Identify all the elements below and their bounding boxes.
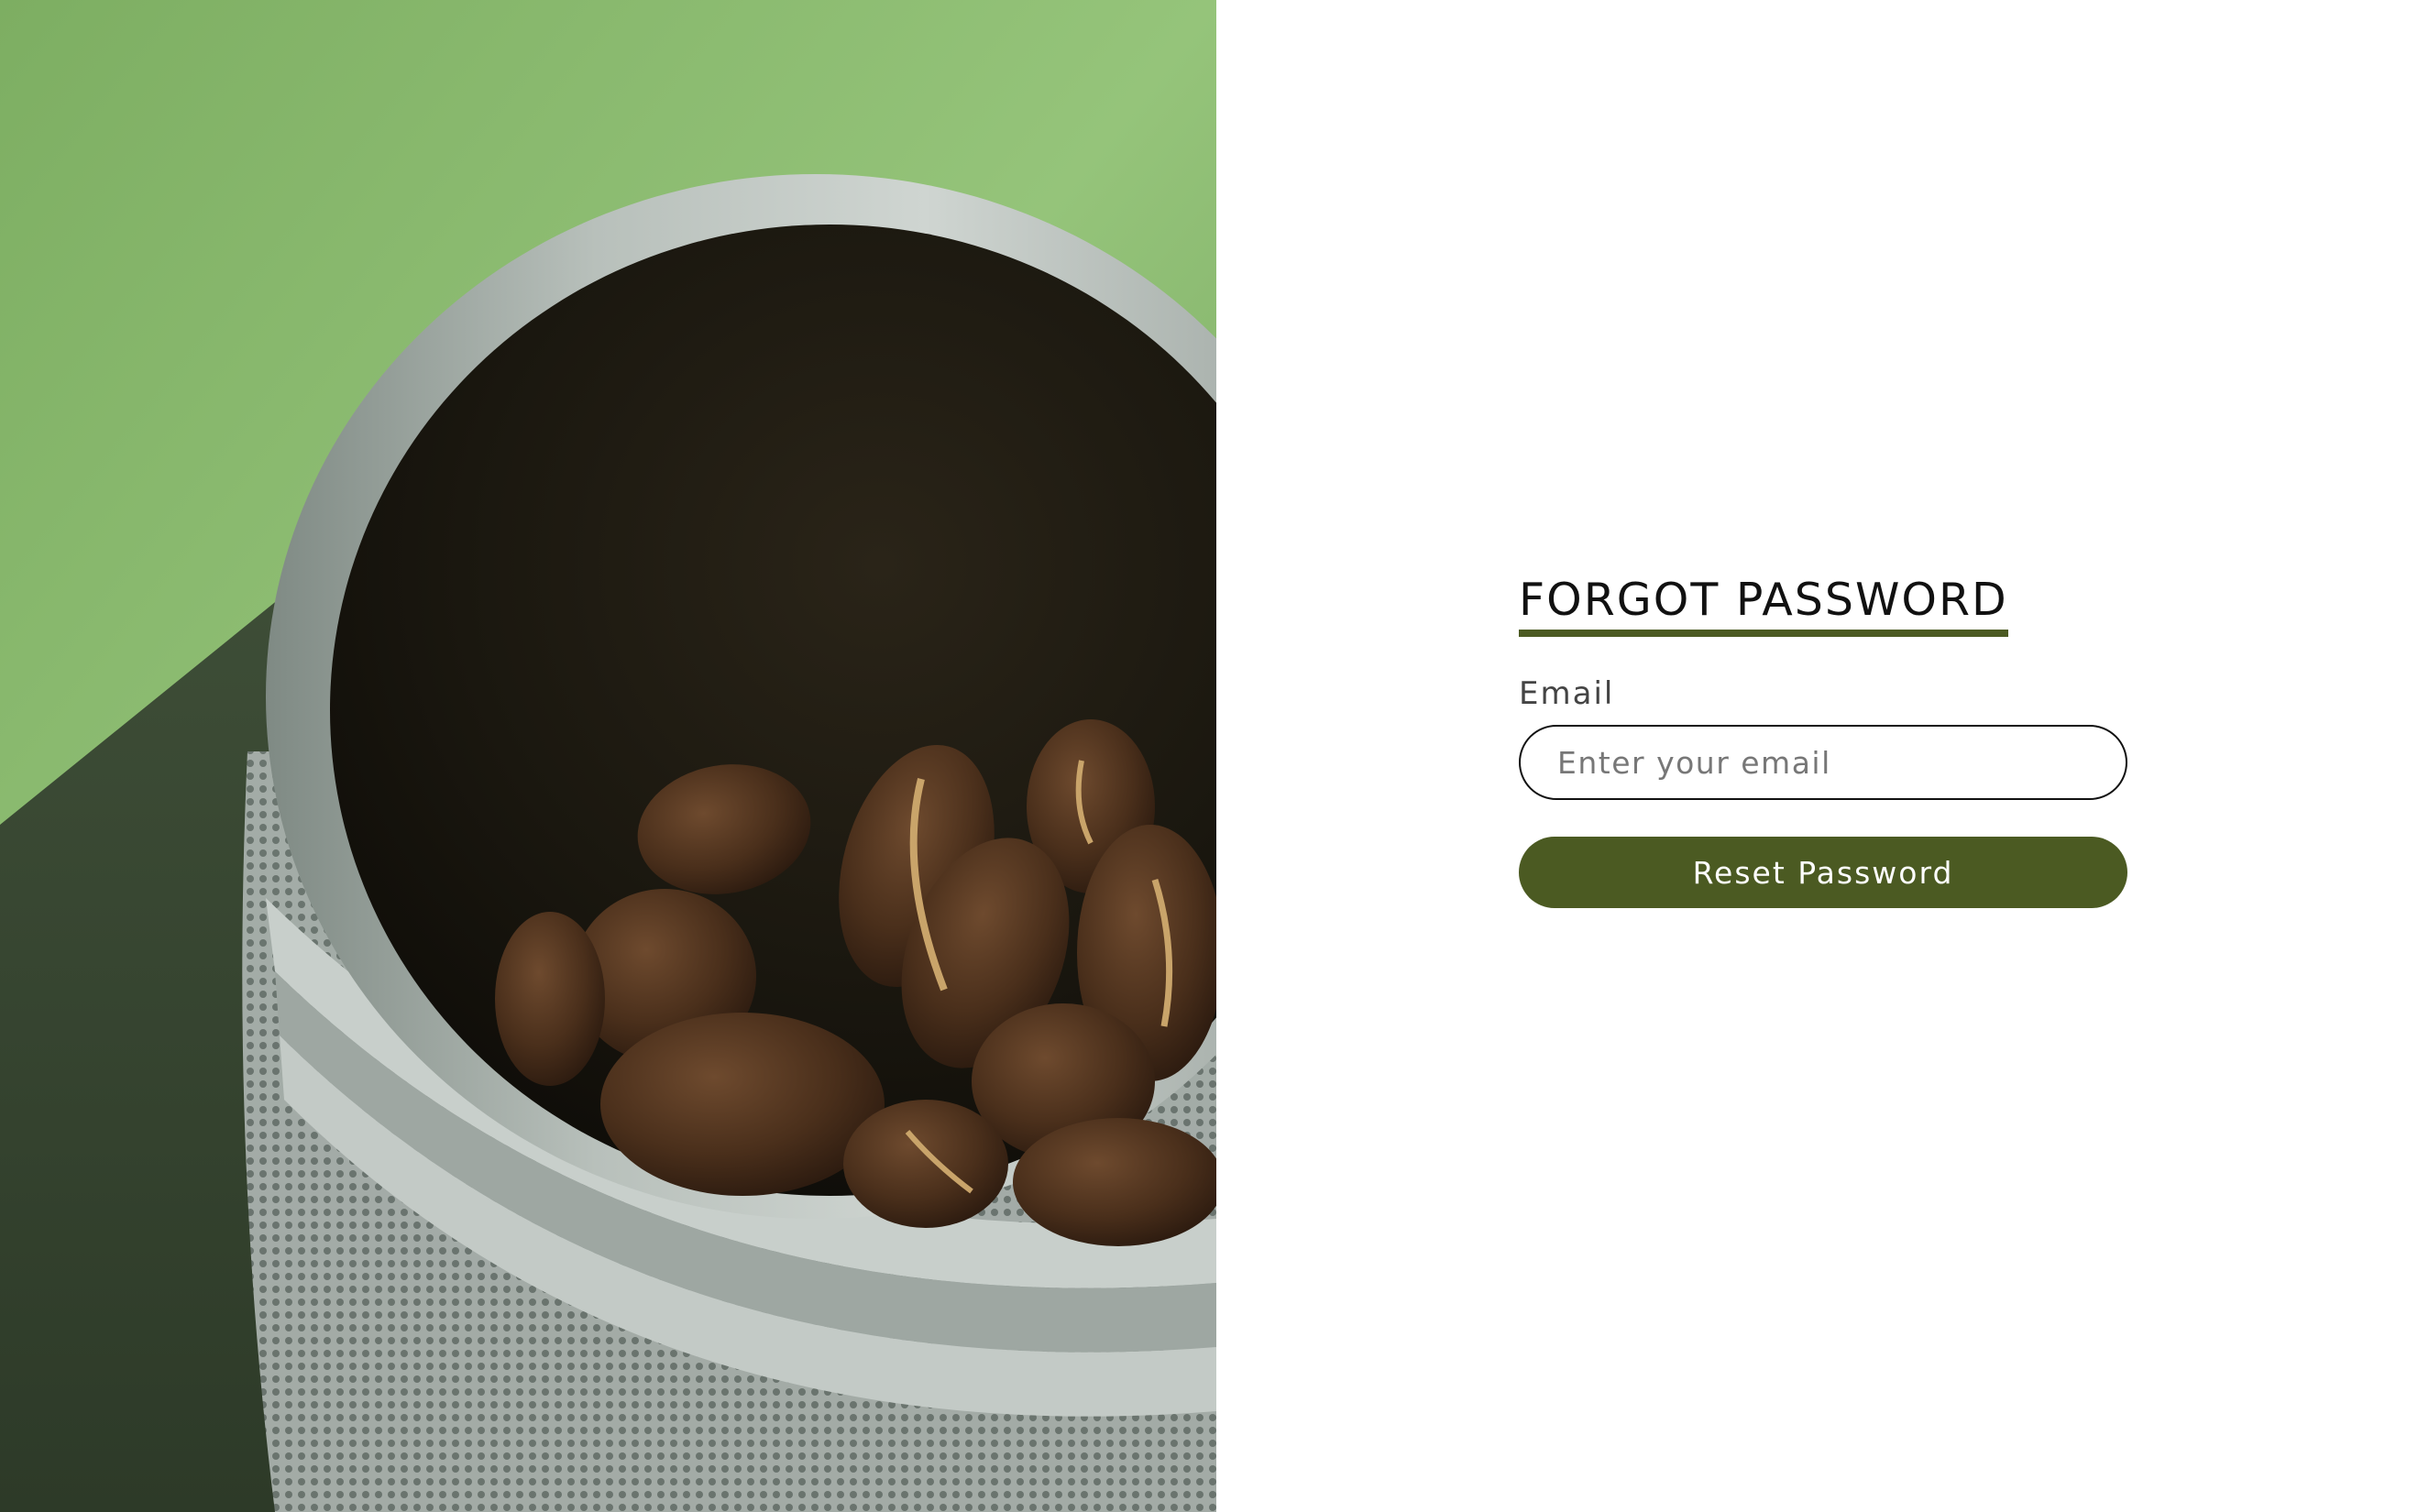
email-input[interactable] xyxy=(1519,725,2127,800)
page-title: FORGOT PASSWORD xyxy=(1519,574,2008,626)
form-panel: FORGOT PASSWORD Email Reset Password xyxy=(1216,0,2429,1512)
title-block: FORGOT PASSWORD xyxy=(1519,573,2008,642)
forgot-password-form: FORGOT PASSWORD Email Reset Password xyxy=(1519,573,2127,908)
reset-password-button[interactable]: Reset Password xyxy=(1519,837,2127,908)
forgot-password-page: FORGOT PASSWORD Email Reset Password xyxy=(0,0,2429,1512)
email-label: Email xyxy=(1519,675,1615,712)
coffee-beans-grinder-photo xyxy=(0,0,1216,1512)
title-underline xyxy=(1519,630,2008,637)
hero-image xyxy=(0,0,1216,1512)
